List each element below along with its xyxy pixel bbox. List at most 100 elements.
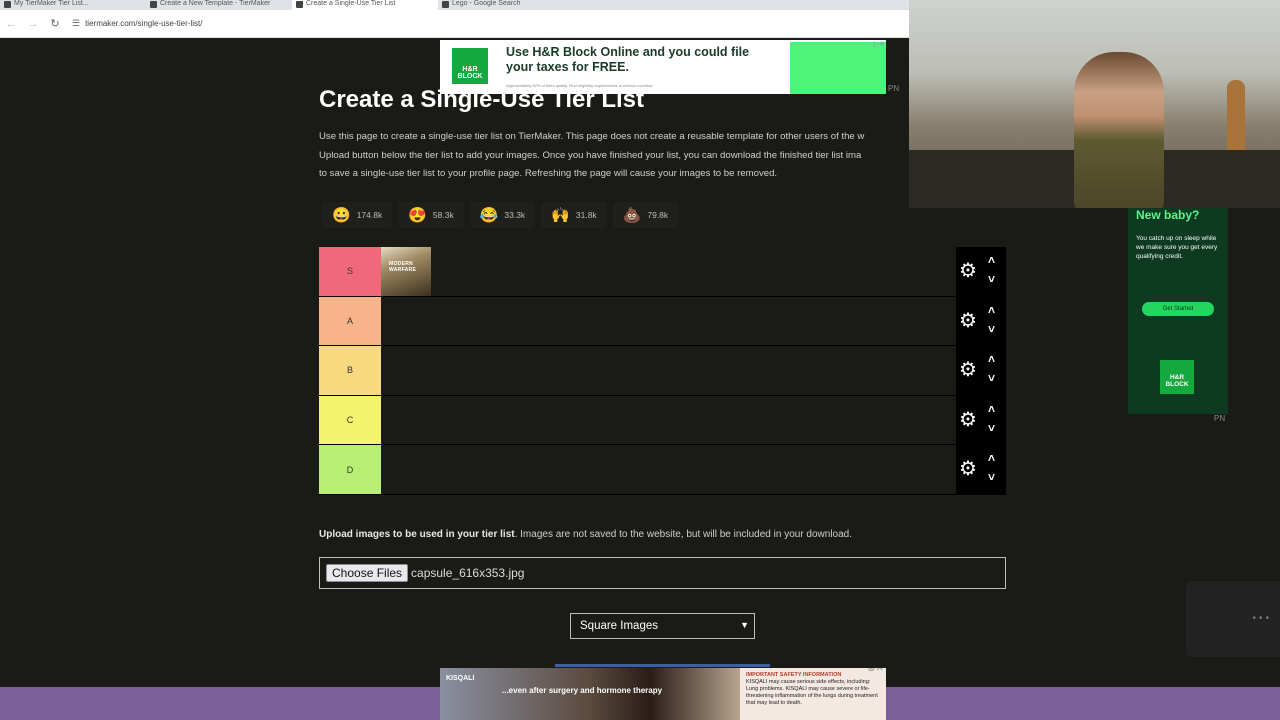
tier-drop-zone[interactable] <box>381 445 956 494</box>
more-dots-icon[interactable]: ••• <box>1252 613 1272 624</box>
choose-files-button[interactable]: Choose Files <box>326 564 409 582</box>
tab-favicon-icon <box>442 1 449 8</box>
get-started-button[interactable]: Get Started <box>1142 302 1214 316</box>
tab-favicon-icon <box>4 1 11 8</box>
gear-icon[interactable]: ⚙ <box>959 458 977 480</box>
tier-item-caption: MODERN WARFARE <box>389 261 417 273</box>
chevron-up-icon[interactable]: ˄ <box>988 304 995 316</box>
tier-row: A ⚙ ˄ ˅ <box>319 296 1006 347</box>
tier-controls: ⚙ ˄ ˅ <box>956 445 1006 494</box>
tab-label: Lego - Google Search <box>452 0 521 7</box>
reaction-button[interactable]: 🙌 31.8k <box>541 202 607 228</box>
floating-video-widget[interactable]: ••• <box>1186 581 1280 657</box>
poop-emoji-icon: 💩 <box>622 206 642 224</box>
pn-label: PN <box>888 84 900 93</box>
gear-icon[interactable]: ⚙ <box>959 409 977 431</box>
side-banner-ad[interactable]: New baby? You catch up on sleep while we… <box>1128 208 1228 414</box>
hr-block-logo: H&R BLOCK <box>1160 360 1194 394</box>
reaction-bar: 😀 174.8k 😍 58.3k 😂 33.3k 🙌 31.8k 💩 79.8k <box>322 202 679 228</box>
browser-tab-active[interactable]: Create a Single-Use Tier List <box>292 0 438 10</box>
image-mode-value: Square Images <box>580 620 658 632</box>
url-field[interactable]: ☰ tiermaker.com/single-use-tier-list/ <box>72 18 202 29</box>
address-bar: ← → ↻ ☰ tiermaker.com/single-use-tier-li… <box>0 10 910 38</box>
raised-hands-emoji-icon: 🙌 <box>551 206 570 224</box>
tier-list: S MODERN WARFARE ⚙ ˄ ˅ A ⚙ ˄ ˅ B ⚙ ˄ ˅ C ⚙ ˄ ˅ D ⚙ ˄ ˅ <box>319 247 1006 496</box>
tab-label: My TierMaker Tier List... <box>14 0 89 7</box>
file-input[interactable]: Choose Files capsule_616x353.jpg <box>319 557 1006 589</box>
tier-label[interactable]: A <box>319 296 381 346</box>
intro-paragraph: Use this page to create a single-use tie… <box>319 128 919 184</box>
bottom-banner-ad[interactable]: KISQALI ...even after surgery and hormon… <box>440 668 886 720</box>
gear-icon[interactable]: ⚙ <box>959 310 977 332</box>
tier-label[interactable]: D <box>319 445 381 494</box>
tier-drop-zone[interactable] <box>381 346 956 395</box>
tab-label: Create a Single-Use Tier List <box>306 0 396 7</box>
chevron-up-icon[interactable]: ˄ <box>988 452 995 464</box>
tier-label[interactable]: S <box>319 247 381 296</box>
reaction-button[interactable]: 😍 58.3k <box>398 202 464 228</box>
reaction-button[interactable]: 😀 174.8k <box>322 202 393 228</box>
tier-drop-zone[interactable] <box>381 296 956 346</box>
browser-tab[interactable]: Create a New Template - TierMaker <box>146 0 292 10</box>
grinning-emoji-icon: 😀 <box>332 206 351 224</box>
ad-headline: Use H&R Block Online and you could file … <box>506 45 750 74</box>
ad-tagline: ...even after surgery and hormone therap… <box>502 686 663 695</box>
tier-controls: ⚙ ˄ ˅ <box>956 346 1006 395</box>
reload-icon[interactable]: ↻ <box>44 17 66 30</box>
ad-brand: KISQALI <box>446 675 475 682</box>
tier-row: B ⚙ ˄ ˅ <box>319 346 1006 396</box>
reaction-count: 79.8k <box>647 210 669 220</box>
chevron-down-icon[interactable]: ˅ <box>988 323 995 335</box>
tier-controls: ⚙ ˄ ˅ <box>956 296 1006 346</box>
forward-arrow-icon[interactable]: → <box>22 18 44 30</box>
safety-title: IMPORTANT SAFETY INFORMATION <box>746 672 842 678</box>
ad-safety-info: IMPORTANT SAFETY INFORMATION KISQALI may … <box>746 672 884 707</box>
chevron-down-icon[interactable]: ˅ <box>988 372 995 384</box>
top-banner-ad[interactable]: H&R BLOCK Use H&R Block Online and you c… <box>440 40 886 94</box>
browser-tab[interactable]: My TierMaker Tier List... <box>0 0 146 10</box>
close-ad-icon[interactable]: ⊗✕ <box>867 668 884 674</box>
site-info-icon[interactable]: ☰ <box>72 18 80 29</box>
tier-drop-zone[interactable] <box>381 395 956 445</box>
selected-file-name: capsule_616x353.jpg <box>411 566 525 580</box>
chevron-down-icon[interactable]: ˅ <box>988 273 995 285</box>
side-ad-body: You catch up on sleep while we make sure… <box>1136 235 1218 260</box>
reaction-button[interactable]: 💩 79.8k <box>612 202 679 228</box>
tier-label[interactable]: C <box>319 395 381 445</box>
browser-tab[interactable]: Lego - Google Search <box>438 0 584 10</box>
chevron-up-icon[interactable]: ˄ <box>988 254 995 266</box>
upload-heading: Upload images to be used in your tier li… <box>319 529 515 540</box>
ad-choices-icon[interactable]: ▷✕ <box>874 40 885 48</box>
reaction-button[interactable]: 😂 33.3k <box>469 202 536 228</box>
upload-instructions: Upload images to be used in your tier li… <box>319 529 852 540</box>
laughing-emoji-icon: 😂 <box>479 206 499 224</box>
hr-block-logo: H&R BLOCK <box>452 48 488 84</box>
chevron-up-icon[interactable]: ˄ <box>988 403 995 415</box>
url-text: tiermaker.com/single-use-tier-list/ <box>85 19 203 28</box>
reaction-count: 31.8k <box>575 210 597 220</box>
tier-item-image[interactable]: MODERN WARFARE <box>381 247 431 296</box>
reaction-count: 58.3k <box>432 210 454 220</box>
intro-line: to save a single-use tier list to your p… <box>319 168 778 179</box>
webcam-overlay <box>909 0 1280 208</box>
tab-favicon-icon <box>296 1 303 8</box>
side-ad-heading: New baby? <box>1136 208 1200 222</box>
back-arrow-icon[interactable]: ← <box>0 18 22 30</box>
chevron-down-icon[interactable]: ˅ <box>988 422 995 434</box>
tier-drop-zone[interactable]: MODERN WARFARE <box>381 247 956 296</box>
image-mode-select[interactable]: Square Images ▼ <box>570 613 755 639</box>
loading-bar <box>555 664 770 667</box>
tier-controls: ⚙ ˄ ˅ <box>956 247 1006 296</box>
chevron-up-icon[interactable]: ˄ <box>988 353 995 365</box>
reaction-count: 174.8k <box>356 210 383 220</box>
tier-row: S MODERN WARFARE ⚙ ˄ ˅ <box>319 247 1006 297</box>
streamer-figure <box>1074 52 1164 208</box>
gear-icon[interactable]: ⚙ <box>959 260 977 282</box>
tab-label: Create a New Template - TierMaker <box>160 0 271 7</box>
pn-label: PN <box>1214 414 1226 423</box>
tier-label[interactable]: B <box>319 346 381 395</box>
chevron-down-icon[interactable]: ˅ <box>988 471 995 483</box>
ad-cta-area[interactable] <box>790 42 886 94</box>
gear-icon[interactable]: ⚙ <box>959 359 977 381</box>
ad-disclaimer: Approximately 52% of filers qualify. Fin… <box>506 83 653 88</box>
